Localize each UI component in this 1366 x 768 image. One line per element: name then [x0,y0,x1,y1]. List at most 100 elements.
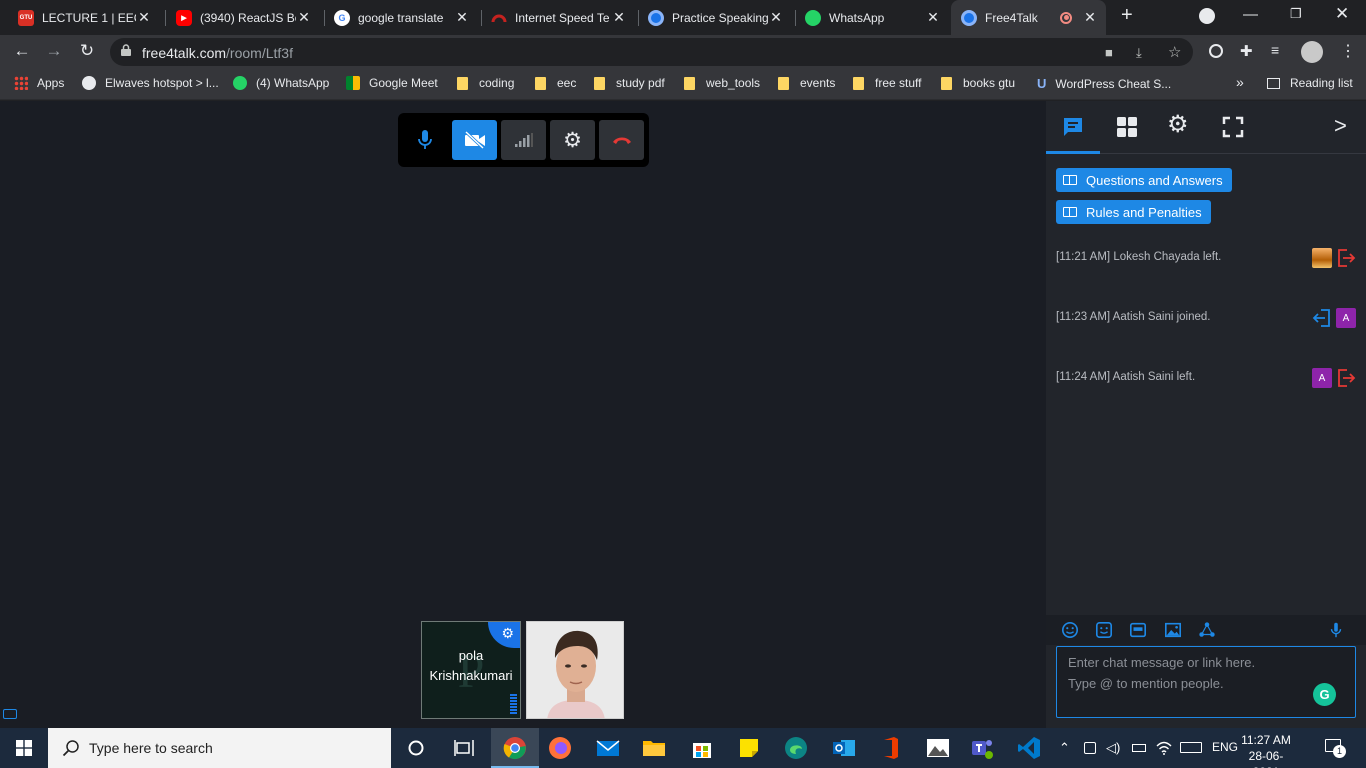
volume-icon[interactable]: ◁) [1106,740,1120,756]
keyboard-icon[interactable] [3,709,17,719]
user-avatar[interactable] [1312,248,1332,268]
tab-google-translate[interactable]: G google translate ✕ [324,4,478,31]
tab-whatsapp[interactable]: WhatsApp ✕ [795,4,949,31]
microphone-button[interactable] [402,120,447,160]
keyboard-layout-icon[interactable] [1180,742,1202,753]
user-avatar[interactable]: A [1336,308,1356,328]
close-window-icon[interactable]: ✕ [1335,4,1349,24]
media-icon[interactable]: ≡ [1271,42,1279,58]
taskbar-search[interactable]: Type here to search [48,728,391,768]
close-tab-icon[interactable]: ✕ [454,9,470,26]
bookmark-coding[interactable]: coding [457,76,514,90]
restore-icon[interactable]: ❐ [1290,6,1302,22]
edge-icon[interactable] [784,736,808,760]
profile-avatar[interactable] [1301,41,1323,63]
grid-view-icon[interactable] [1115,115,1139,139]
firefox-icon[interactable] [548,736,572,760]
address-bar[interactable]: free4talk.com/room/Ltf3f ■ ⤓ ☆ [110,38,1193,66]
rules-and-penalties-button[interactable]: Rules and Penalties [1056,200,1211,224]
bookmark-web-tools[interactable]: web_tools [684,76,760,90]
sticky-notes-icon[interactable] [737,736,761,760]
language-indicator[interactable]: ENG [1212,740,1238,754]
forward-icon[interactable]: → [43,41,65,61]
office-icon[interactable] [878,736,902,760]
notifications-button[interactable]: 1 [1325,739,1346,758]
tab-free4talk[interactable]: Free4Talk ✕ [951,0,1106,35]
minimize-icon[interactable]: — [1243,6,1258,23]
photos-icon[interactable] [926,736,950,760]
bookmark-study-pdf[interactable]: study pdf [594,76,665,90]
questions-and-answers-button[interactable]: Questions and Answers [1056,168,1232,192]
more-bookmarks-button[interactable]: » [1236,74,1244,90]
close-tab-icon[interactable]: ✕ [611,9,627,26]
close-tab-icon[interactable]: ✕ [1082,9,1098,26]
extension-icon[interactable] [1209,44,1223,58]
tab-practice-speaking[interactable]: Practice Speaking ✕ [638,4,792,31]
tab-speed-test[interactable]: Internet Speed Te ✕ [481,4,635,31]
bookmark-events[interactable]: events [778,76,835,90]
bookmark-books-gtu[interactable]: books gtu [941,76,1015,90]
fullscreen-icon[interactable] [1221,115,1245,139]
bookmark-google-meet[interactable]: Google Meet [346,76,438,90]
gif-icon[interactable] [1128,621,1148,639]
bookmark-eec[interactable]: eec [535,76,576,90]
puzzle-icon[interactable]: ✚ [1240,42,1253,60]
bookmark-elwaves[interactable]: Elwaves hotspot > l... [82,76,219,90]
chat-icon[interactable] [1061,115,1085,139]
tab-youtube[interactable]: ▶ (3940) ReactJS Bo ✕ [166,4,320,31]
back-icon[interactable]: ← [11,41,33,61]
install-icon[interactable]: ⤓ [1136,45,1142,61]
close-tab-icon[interactable]: ✕ [136,9,152,26]
teams-icon[interactable] [971,736,995,760]
menu-icon[interactable]: ⋮ [1340,41,1356,61]
signal-bars-icon [514,133,533,147]
bookmark-wordpress[interactable]: U WordPress Cheat S... [1037,76,1171,91]
share-icon[interactable] [1197,621,1217,639]
store-icon[interactable] [690,736,714,760]
meet-now-icon[interactable] [1084,742,1096,754]
windows-start-icon[interactable] [16,740,32,756]
participant-tile[interactable]: P pola Krishnakumari ⚙ [421,621,521,719]
user-avatar[interactable]: A [1312,368,1332,388]
settings-button[interactable]: ⚙ [550,120,595,160]
wordpress-icon: U [1037,76,1047,91]
camera-toggle-button[interactable] [452,120,497,160]
close-tab-icon[interactable]: ✕ [296,9,312,26]
hang-up-button[interactable] [599,120,644,160]
sticker-icon[interactable] [1094,621,1114,639]
tray-overflow-icon[interactable]: ⌃ [1059,740,1070,756]
chrome-icon[interactable] [503,736,527,760]
task-view-icon[interactable] [452,736,476,760]
chat-input[interactable]: Enter chat message or link here. Type @ … [1056,646,1356,718]
vscode-icon[interactable] [1017,736,1041,760]
new-tab-icon[interactable]: + [1121,4,1133,27]
reading-list-button[interactable]: Reading list [1267,76,1353,90]
collapse-sidebar-icon[interactable]: > [1334,113,1358,138]
bookmark-whatsapp[interactable]: (4) WhatsApp [233,76,329,90]
battery-icon[interactable] [1132,744,1146,752]
tab-search-icon[interactable] [1199,8,1215,24]
wifi-icon[interactable] [1156,741,1172,755]
bookmark-free-stuff[interactable]: free stuff [853,76,921,90]
image-icon[interactable] [1163,621,1183,639]
mail-icon[interactable] [596,736,620,760]
cortana-icon[interactable] [404,736,428,760]
bookmark-apps[interactable]: Apps [14,76,64,90]
close-tab-icon[interactable]: ✕ [925,9,941,26]
leave-icon [1338,369,1356,387]
emoji-icon[interactable] [1060,621,1080,639]
star-icon[interactable]: ☆ [1168,43,1181,61]
grammarly-icon[interactable]: G [1313,683,1336,706]
outlook-icon[interactable] [832,736,856,760]
camera-icon[interactable]: ■ [1105,45,1113,60]
file-explorer-icon[interactable] [642,736,666,760]
participant-avatar-tile[interactable] [526,621,624,719]
tab-lecture[interactable]: GTU LECTURE 1 | EEC ( ✕ [8,4,160,31]
reload-icon[interactable]: ↻ [76,41,98,61]
signal-button[interactable] [501,120,546,160]
chat-message: [11:24 AM] Aatish Saini left. A [1056,368,1356,390]
voice-message-icon[interactable] [1326,621,1346,639]
taskbar-clock[interactable]: 11:27 AM 28-06-2021 [1238,732,1294,768]
close-tab-icon[interactable]: ✕ [768,9,784,26]
settings-icon[interactable]: ⚙ [1167,112,1191,138]
